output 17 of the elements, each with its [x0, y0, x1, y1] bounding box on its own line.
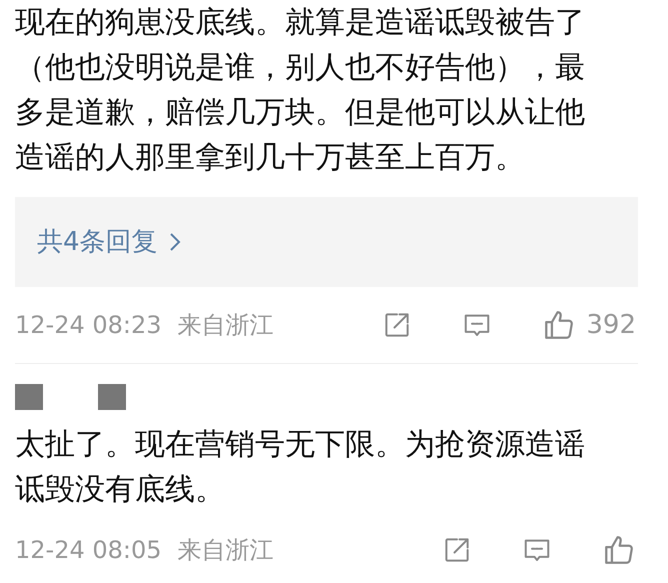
comment-text: 诋毁没有底线。: [15, 471, 226, 509]
comment-time: 12-24 08:05: [15, 535, 162, 566]
like-button[interactable]: [602, 533, 636, 567]
comment-text: 现在的狗崽没底线。就算是造谣诋毁被告了: [15, 4, 586, 42]
chevron-right-icon: [168, 231, 182, 253]
redacted-name-block: [15, 384, 43, 410]
comment-text: （他也没明说是谁，别人也不好告他），最: [15, 49, 586, 87]
thumbs-up-icon: [602, 533, 636, 567]
comment-time: 12-24 08:23: [15, 310, 162, 341]
replies-link[interactable]: 共4条回复: [37, 222, 182, 262]
redacted-name-block: [98, 384, 126, 410]
comment-text: 太扯了。现在营销号无下限。为抢资源造谣: [15, 426, 586, 464]
comment-location: 来自浙江: [178, 310, 274, 341]
comment-text: 造谣的人那里拿到几十万甚至上百万。: [15, 139, 526, 177]
like-button[interactable]: 392: [542, 306, 636, 344]
comment-text: 多是道歉，赔偿几万块。但是他可以从让他: [15, 94, 586, 132]
comment-location: 来自浙江: [178, 535, 274, 566]
